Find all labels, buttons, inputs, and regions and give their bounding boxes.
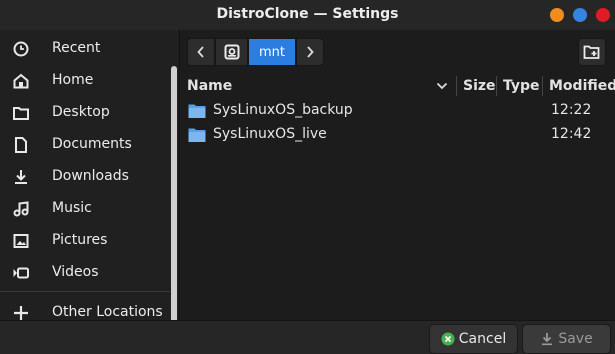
minimize-button[interactable] (550, 8, 564, 22)
column-separator (542, 76, 543, 96)
path-segment-mnt[interactable]: mnt (248, 38, 296, 66)
folder-icon (188, 104, 206, 118)
sidebar-item-pictures[interactable]: Pictures (0, 224, 168, 256)
sidebar-item-label: Downloads (52, 168, 129, 184)
sidebar-item-downloads[interactable]: Downloads (0, 160, 168, 192)
path-forward-button[interactable] (296, 38, 324, 66)
save-icon (542, 333, 553, 346)
path-root-button[interactable] (215, 38, 248, 66)
chevron-left-icon (197, 46, 204, 58)
sidebar-item-recent[interactable]: Recent (0, 32, 168, 64)
path-back-button[interactable] (187, 38, 215, 66)
folder-icon (13, 107, 29, 120)
drive-icon (224, 44, 239, 60)
home-icon (13, 73, 29, 89)
column-modified[interactable]: Modified (549, 78, 615, 94)
places-sidebar: Recent Home Desktop Documents Downloads … (0, 30, 180, 320)
window-title: DistroClone — Settings (216, 6, 399, 22)
sidebar-item-other-locations[interactable]: Other Locations (0, 296, 168, 320)
close-button[interactable] (596, 8, 610, 22)
sidebar-item-documents[interactable]: Documents (0, 128, 168, 160)
file-browser: mnt Name Size Type Modified SysLinuxOS_b… (181, 30, 615, 320)
sidebar-scrollbar[interactable] (171, 66, 177, 320)
sidebar-item-label: Pictures (52, 232, 108, 248)
cancel-icon (441, 332, 455, 346)
column-type[interactable]: Type (503, 78, 540, 94)
sidebar-item-music[interactable]: Music (0, 192, 168, 224)
video-icon (13, 267, 29, 279)
sidebar-divider (0, 291, 170, 292)
title-bar: DistroClone — Settings (0, 0, 615, 30)
cancel-button[interactable]: Cancel (429, 324, 518, 354)
sidebar-item-label: Documents (52, 136, 132, 152)
sidebar-item-label: Recent (52, 40, 101, 56)
folder-icon (188, 128, 206, 142)
cancel-label: Cancel (458, 331, 507, 347)
sidebar-item-label: Other Locations (52, 304, 163, 320)
sidebar-item-desktop[interactable]: Desktop (0, 96, 168, 128)
new-folder-icon (583, 45, 600, 59)
sidebar-item-home[interactable]: Home (0, 64, 168, 96)
file-name: SysLinuxOS_backup (213, 102, 353, 118)
download-icon (15, 170, 27, 184)
plus-icon (14, 306, 28, 320)
music-icon (13, 201, 29, 217)
sidebar-item-label: Music (52, 200, 92, 216)
document-icon (15, 137, 27, 153)
column-name[interactable]: Name (187, 78, 232, 94)
file-row[interactable]: SysLinuxOS_live 12:42 (181, 124, 615, 148)
chevron-down-icon[interactable] (436, 81, 448, 91)
sidebar-item-label: Home (52, 72, 94, 88)
clock-icon (13, 41, 29, 57)
sidebar-item-label: Videos (52, 264, 99, 280)
sidebar-item-label: Desktop (52, 104, 110, 120)
picture-icon (13, 234, 29, 248)
save-button[interactable]: Save (522, 324, 611, 354)
path-bar: mnt (187, 38, 324, 66)
column-separator (456, 76, 457, 96)
chevron-right-icon (307, 46, 314, 58)
action-bar: Cancel Save (0, 320, 615, 354)
column-size[interactable]: Size (463, 78, 496, 94)
file-modified: 12:22 (551, 102, 592, 118)
column-separator (496, 76, 497, 96)
file-row[interactable]: SysLinuxOS_backup 12:22 (181, 100, 615, 124)
new-folder-button[interactable] (578, 38, 606, 66)
sidebar-item-videos[interactable]: Videos (0, 256, 168, 288)
maximize-button[interactable] (573, 8, 587, 22)
file-name: SysLinuxOS_live (213, 126, 327, 142)
file-modified: 12:42 (551, 126, 592, 142)
save-label: Save (558, 331, 593, 347)
column-header: Name Size Type Modified (181, 72, 615, 100)
